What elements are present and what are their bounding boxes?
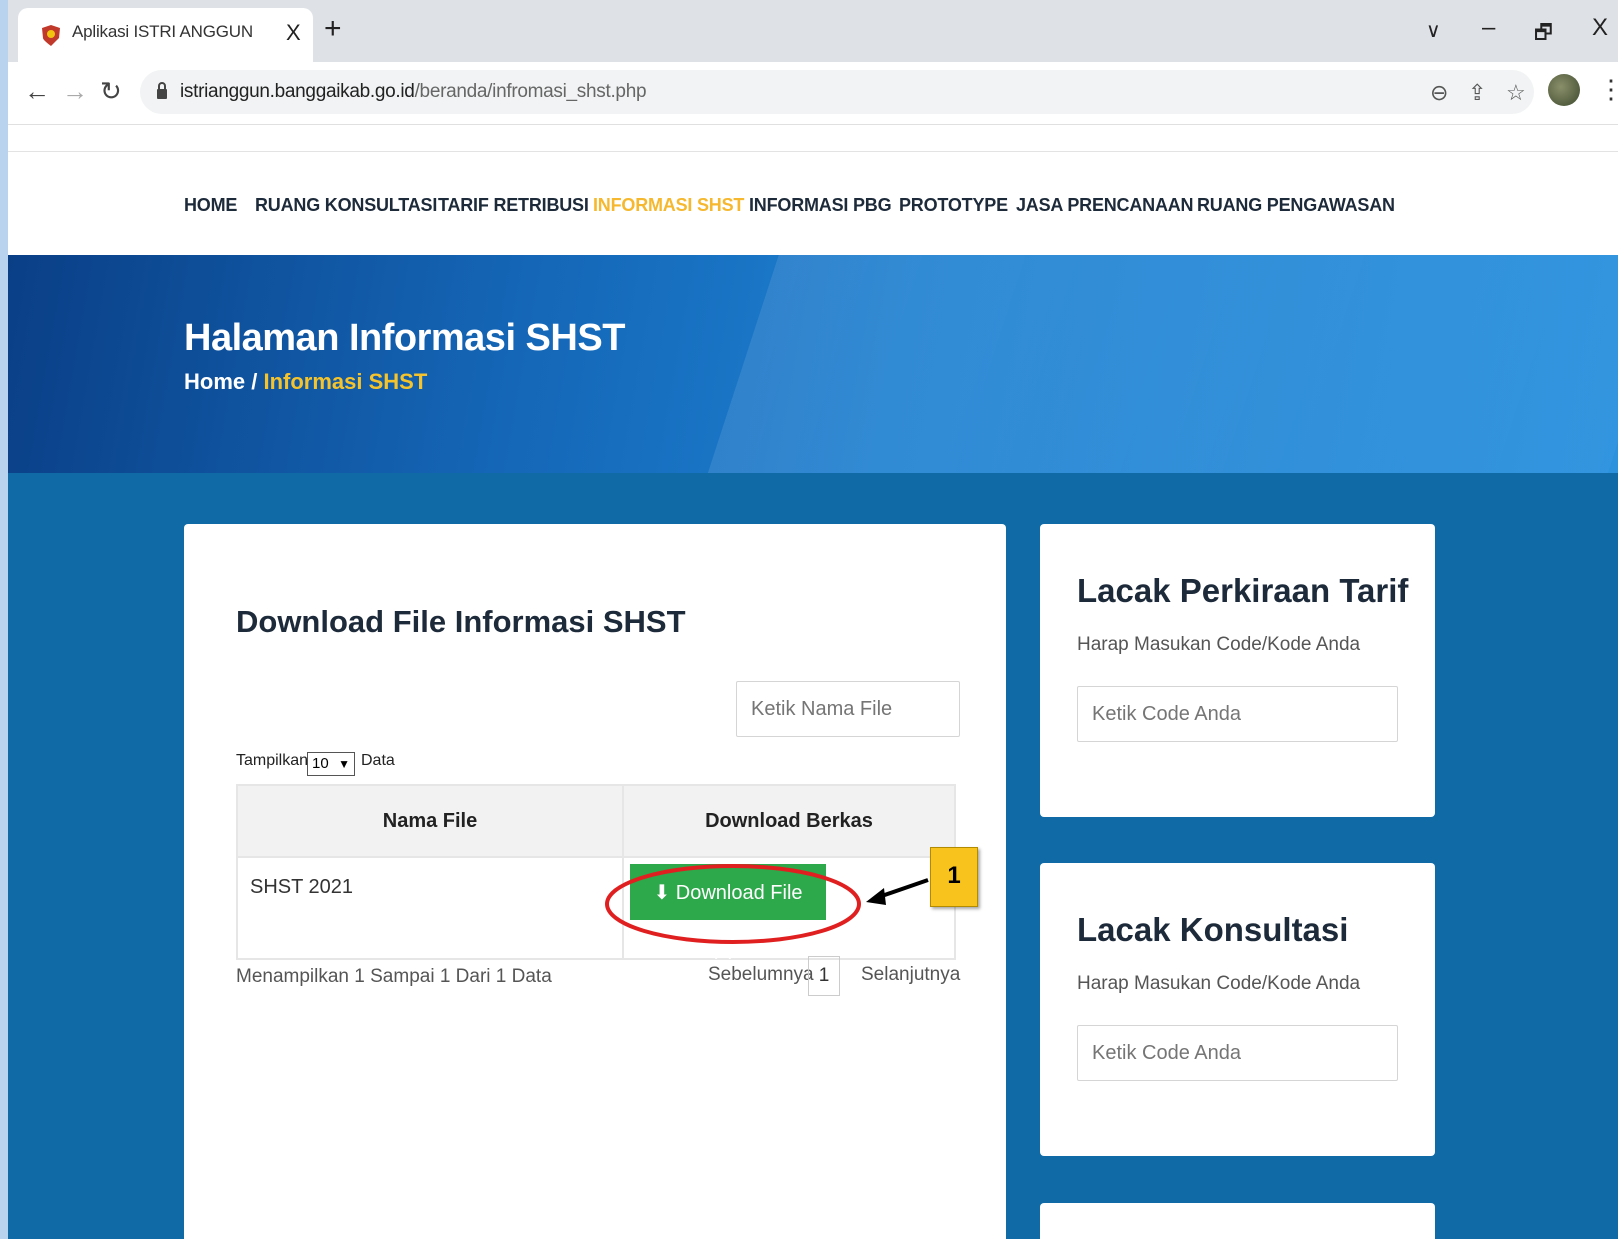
track-consultation-card: Lacak Konsultasi Harap Masukan Code/Kode… (1040, 863, 1435, 1156)
nav-informasi-pbg[interactable]: INFORMASI PBG (749, 195, 892, 216)
track-tariff-card: Lacak Perkiraan Tarif Harap Masukan Code… (1040, 524, 1435, 817)
download-card-title: Download File Informasi SHST (236, 604, 686, 639)
site-favicon-icon (42, 25, 60, 46)
file-name-cell: SHST 2021 (236, 856, 624, 960)
hero-banner: Halaman Informasi SHST Home / Informasi … (8, 255, 1618, 473)
nav-informasi-shst[interactable]: INFORMASI SHST (593, 195, 744, 216)
tab-search-icon[interactable]: ∨ (1426, 18, 1441, 43)
url-host: istrianggun.banggaikab.go.id (180, 81, 415, 102)
tab-close-icon[interactable]: X (286, 20, 301, 46)
annotation-label: 1 (930, 847, 978, 907)
back-icon[interactable]: ← (24, 76, 50, 107)
download-file-button[interactable]: ⬇ Download File (1)x (630, 864, 826, 960)
breadcrumb: Home / Informasi SHST (184, 369, 427, 395)
url-text: istrianggun.banggaikab.go.id/beranda/inf… (180, 81, 647, 103)
forward-icon[interactable]: → (62, 76, 88, 107)
minimize-button[interactable]: – (1482, 14, 1495, 42)
nav-prototype[interactable]: PROTOTYPE (899, 195, 1008, 216)
download-card: Download File Informasi SHST Tampilkan 1… (184, 524, 1006, 1239)
files-table: Nama File Download Berkas SHST 2021 (236, 784, 956, 960)
entries-select-value: 10 (312, 755, 329, 772)
browser-tab[interactable]: Aplikasi ISTRI ANGGUN X (18, 8, 313, 62)
chevron-down-icon: ▼ (338, 757, 350, 771)
breadcrumb-current: Informasi SHST (263, 369, 428, 394)
nav-home[interactable]: HOME (184, 195, 237, 216)
tariff-code-input[interactable] (1077, 686, 1398, 742)
restore-button[interactable]: 🗗 (1534, 18, 1553, 52)
web-page: HOME RUANG KONSULTASI TARIF RETRIBUSI IN… (8, 125, 1618, 1239)
breadcrumb-home[interactable]: Home (184, 369, 245, 394)
consultation-code-input[interactable] (1077, 1025, 1398, 1081)
main-navigation: HOME RUANG KONSULTASI TARIF RETRIBUSI IN… (8, 152, 1618, 255)
track-tariff-title: Lacak Perkiraan Tarif (1077, 572, 1409, 609)
nav-jasa-prencanaan[interactable]: JASA PRENCANAAN (1016, 195, 1194, 216)
show-suffix: Data (361, 752, 395, 769)
column-header: Nama File (236, 784, 624, 858)
file-search-input[interactable] (736, 681, 960, 737)
prev-page-button[interactable]: Sebelumnya (708, 964, 814, 986)
browser-window: Aplikasi ISTRI ANGGUN X + ∨ – 🗗 X ← → ↻ … (8, 0, 1618, 1239)
url-path: /beranda/infromasi_shst.php (414, 81, 647, 102)
address-bar[interactable]: istrianggun.banggaikab.go.id/beranda/inf… (140, 70, 1534, 114)
tab-bar: Aplikasi ISTRI ANGGUN X + ∨ – 🗗 X (8, 0, 1618, 62)
page-title: Halaman Informasi SHST (184, 317, 625, 359)
nav-ruang-pengawasan[interactable]: RUANG PENGAWASAN (1197, 195, 1395, 216)
new-tab-button[interactable]: + (324, 14, 342, 44)
track-tariff-hint: Harap Masukan Code/Kode Anda (1077, 634, 1361, 655)
reload-icon[interactable]: ↻ (100, 76, 122, 107)
page-number-button[interactable]: 1 (808, 956, 840, 996)
table-info: Menampilkan 1 Sampai 1 Dari 1 Data (236, 966, 552, 987)
third-side-card (1040, 1203, 1435, 1239)
page-top-bar (8, 125, 1618, 152)
zoom-icon[interactable]: ⊖ (1430, 80, 1448, 106)
nav-tarif-retribusi[interactable]: TARIF RETRIBUSI (438, 195, 589, 216)
entries-select[interactable]: 10 ▼ (307, 752, 355, 776)
hero-decoration (704, 255, 1618, 473)
download-icon: ⬇ (653, 882, 676, 904)
browser-toolbar: ← → ↻ istrianggun.banggaikab.go.id/beran… (8, 62, 1618, 125)
table-header-row: Nama File Download Berkas (236, 784, 956, 858)
column-header: Download Berkas (622, 784, 956, 858)
lock-icon (157, 82, 167, 99)
menu-kebab-icon[interactable]: ⋮ (1598, 74, 1618, 105)
next-page-button[interactable]: Selanjutnya (861, 964, 960, 986)
profile-avatar[interactable] (1548, 74, 1580, 106)
track-consultation-hint: Harap Masukan Code/Kode Anda (1077, 973, 1361, 994)
bookmark-star-icon[interactable]: ☆ (1506, 80, 1526, 106)
show-prefix: Tampilkan (236, 752, 309, 769)
table-row: SHST 2021 (236, 856, 956, 960)
tab-title: Aplikasi ISTRI ANGGUN (72, 22, 253, 41)
track-consultation-title: Lacak Konsultasi (1077, 911, 1349, 948)
breadcrumb-separator: / (245, 369, 264, 394)
close-window-button[interactable]: X (1592, 14, 1608, 42)
share-icon[interactable]: ⇪ (1468, 80, 1486, 106)
nav-ruang-konsultasi[interactable]: RUANG KONSULTASI (255, 195, 437, 216)
show-entries-label: Tampilkan (236, 752, 308, 770)
